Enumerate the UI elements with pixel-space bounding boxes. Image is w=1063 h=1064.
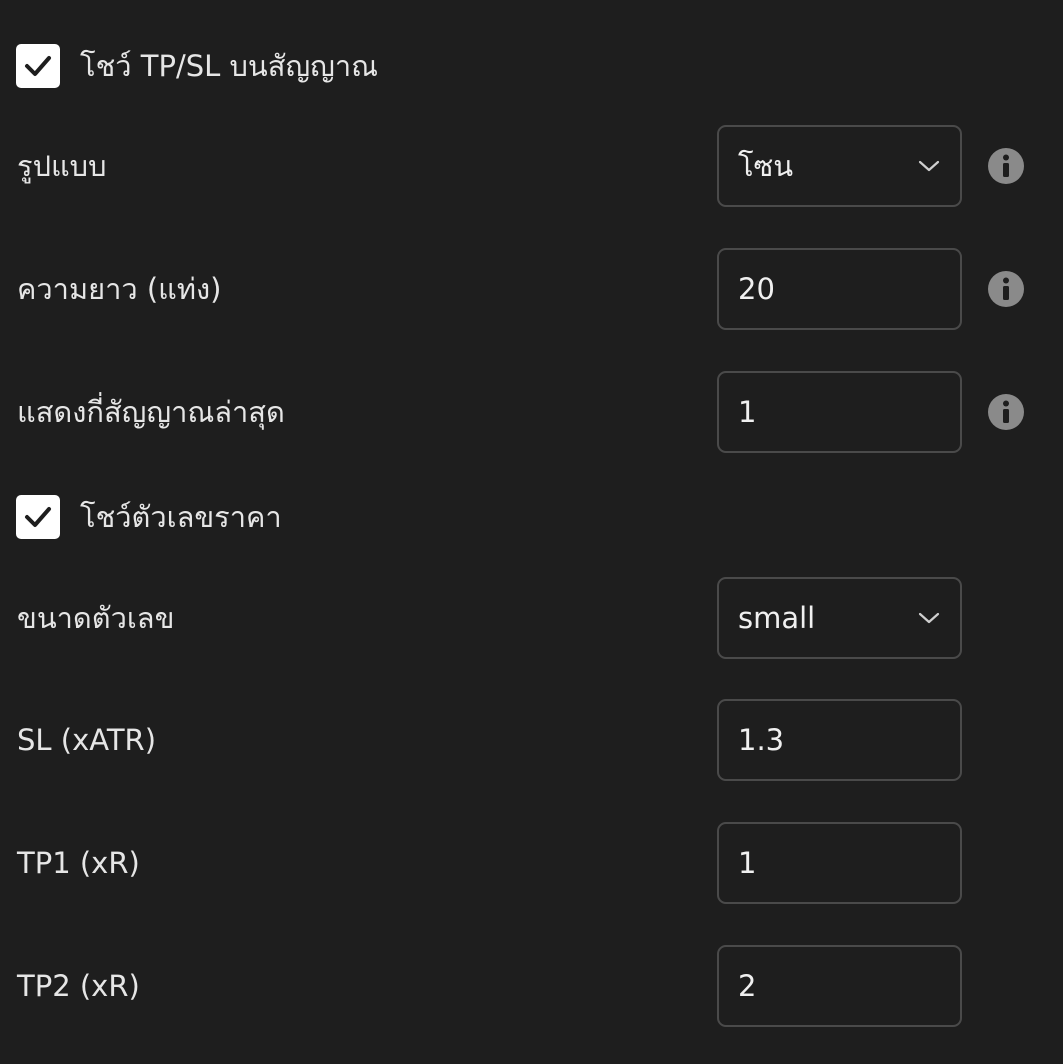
tp1-row: TP1 (xR) 1 bbox=[0, 822, 1063, 904]
info-icon[interactable] bbox=[987, 393, 1025, 431]
style-select[interactable]: โซน bbox=[717, 125, 962, 207]
style-value: โซน bbox=[738, 149, 794, 183]
style-row: รูปแบบ โซน bbox=[0, 125, 1063, 207]
length-label: ความยาว (แท่ง) bbox=[17, 272, 222, 306]
tp1-label: TP1 (xR) bbox=[17, 846, 140, 880]
info-icon[interactable] bbox=[987, 270, 1025, 308]
show-last-input[interactable]: 1 bbox=[717, 371, 962, 453]
sl-atr-value: 1.3 bbox=[738, 723, 785, 757]
show-price-label: โชว์ตัวเลขราคา bbox=[80, 500, 282, 534]
sl-atr-row: SL (xATR) 1.3 bbox=[0, 699, 1063, 781]
tp2-input[interactable]: 2 bbox=[717, 945, 962, 1027]
settings-panel: โชว์ TP/SL บนสัญญาณ รูปแบบ โซน ความยาว (… bbox=[0, 0, 1063, 1064]
show-price-row: โชว์ตัวเลขราคา bbox=[0, 476, 1063, 558]
number-size-row: ขนาดตัวเลข small bbox=[0, 577, 1063, 659]
chevron-down-icon bbox=[918, 612, 940, 624]
show-tp-sl-checkbox[interactable] bbox=[16, 44, 60, 88]
style-label: รูปแบบ bbox=[17, 149, 107, 183]
check-icon bbox=[25, 507, 51, 527]
tp2-row: TP2 (xR) 2 bbox=[0, 945, 1063, 1027]
info-icon[interactable] bbox=[987, 147, 1025, 185]
show-tp-sl-label: โชว์ TP/SL บนสัญญาณ bbox=[80, 49, 379, 83]
tp1-input[interactable]: 1 bbox=[717, 822, 962, 904]
tp2-label: TP2 (xR) bbox=[17, 969, 140, 1003]
number-size-value: small bbox=[738, 601, 816, 635]
sl-atr-label: SL (xATR) bbox=[17, 723, 157, 757]
show-last-value: 1 bbox=[738, 395, 757, 429]
length-row: ความยาว (แท่ง) 20 bbox=[0, 248, 1063, 330]
show-last-label: แสดงกี่สัญญาณล่าสุด bbox=[17, 395, 285, 429]
tp1-value: 1 bbox=[738, 846, 757, 880]
chevron-down-icon bbox=[918, 160, 940, 172]
sl-atr-input[interactable]: 1.3 bbox=[717, 699, 962, 781]
tp2-value: 2 bbox=[738, 969, 757, 1003]
check-icon bbox=[25, 56, 51, 76]
length-value: 20 bbox=[738, 272, 775, 306]
length-input[interactable]: 20 bbox=[717, 248, 962, 330]
show-tp-sl-row: โชว์ TP/SL บนสัญญาณ bbox=[0, 25, 1063, 107]
number-size-select[interactable]: small bbox=[717, 577, 962, 659]
show-price-checkbox[interactable] bbox=[16, 495, 60, 539]
number-size-label: ขนาดตัวเลข bbox=[17, 601, 175, 635]
show-last-row: แสดงกี่สัญญาณล่าสุด 1 bbox=[0, 371, 1063, 453]
